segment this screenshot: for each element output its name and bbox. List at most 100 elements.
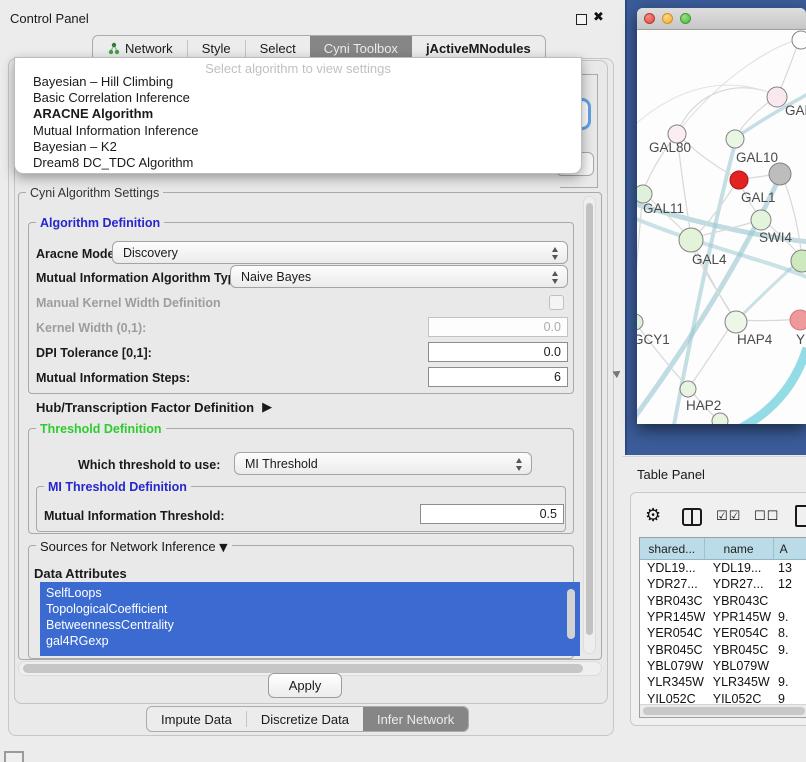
close-panel-icon[interactable]: ✖ xyxy=(593,10,604,25)
cell-shared-name: YBR043C xyxy=(640,594,705,608)
mi-threshold-field[interactable]: 0.5 xyxy=(420,504,564,524)
network-node-red[interactable] xyxy=(730,171,748,189)
aracne-mode-combobox[interactable]: Discovery xyxy=(112,241,568,264)
network-node-gal1[interactable] xyxy=(751,210,771,230)
deselect-all-checkboxes-icon[interactable]: ☐☐ xyxy=(754,509,779,524)
dpi-tolerance-label: DPI Tolerance [0,1]: xyxy=(36,346,152,360)
new-table-icon[interactable] xyxy=(795,505,806,527)
list-item-selected[interactable]: gal4RGexp xyxy=(40,633,580,649)
cell-name: YIL052C xyxy=(705,692,774,704)
column-header-name[interactable]: name xyxy=(705,538,774,559)
mi-steps-field[interactable]: 6 xyxy=(428,367,568,387)
network-node-salmon[interactable] xyxy=(790,310,806,330)
dpi-tolerance-field[interactable]: 0.0 xyxy=(428,342,568,362)
mi-type-value: Naive Bayes xyxy=(241,270,311,284)
tab-impute-data[interactable]: Impute Data xyxy=(147,707,246,731)
algorithm-dropdown-popup: Select algorithm to view settings Bayesi… xyxy=(14,57,582,174)
settings-hscroll-thumb[interactable] xyxy=(23,664,583,673)
expand-right-icon: ▶ xyxy=(262,400,272,415)
zoom-window-icon[interactable] xyxy=(680,13,691,24)
network-node-hap2[interactable] xyxy=(680,381,696,397)
column-header-partial[interactable]: A xyxy=(774,538,806,559)
cell-name: YPR145W xyxy=(705,610,774,624)
table-row[interactable]: YLR345W YLR345W 9. xyxy=(640,674,806,690)
cell-shared-name: YBR045C xyxy=(640,643,705,657)
settings-vertical-scrollbar[interactable] xyxy=(583,196,596,654)
table-row[interactable]: YDR27... YDR27... 12 xyxy=(640,576,806,592)
network-window: GAL GAL80 GAL10 GAL1 SWI4 GAL11 GAL4 GCY… xyxy=(637,8,806,424)
dropdown-item[interactable]: Mutual Information Inference xyxy=(33,123,198,138)
network-node[interactable] xyxy=(712,413,728,424)
hub-section-toggle[interactable]: Hub/Transcription Factor Definition ▶ xyxy=(36,400,272,415)
cyni-algorithm-settings-title: Cyni Algorithm Settings xyxy=(26,186,163,200)
network-icon xyxy=(107,42,120,55)
network-node[interactable] xyxy=(792,31,806,49)
tab-discretize-data[interactable]: Discretize Data xyxy=(247,707,363,731)
close-window-icon[interactable] xyxy=(644,13,655,24)
network-node-gray[interactable] xyxy=(769,163,791,185)
mi-type-label: Mutual Information Algorithm Type: xyxy=(36,271,246,285)
table-header-row: shared... name A xyxy=(640,538,806,560)
column-header-shared-name[interactable]: shared... xyxy=(640,538,705,559)
select-all-checkboxes-icon[interactable]: ☑☑ xyxy=(716,509,741,524)
minimize-window-icon[interactable] xyxy=(662,13,673,24)
float-panel-icon[interactable] xyxy=(576,14,587,25)
columns-icon[interactable] xyxy=(682,508,702,526)
dropdown-item[interactable]: Dream8 DC_TDC Algorithm xyxy=(33,155,193,170)
network-node-hap4[interactable] xyxy=(725,311,747,333)
combo-stepper-icon xyxy=(552,271,558,284)
network-canvas[interactable]: GAL GAL80 GAL10 GAL1 SWI4 GAL11 GAL4 GCY… xyxy=(637,30,806,424)
data-attributes-list: SelfLoops TopologicalCoefficient Between… xyxy=(40,582,580,656)
dropdown-item[interactable]: Basic Correlation Inference xyxy=(33,90,190,105)
list-item-selected[interactable]: BetweennessCentrality xyxy=(40,617,580,633)
cell-shared-name: YPR145W xyxy=(640,610,705,624)
list-item-selected[interactable]: TopologicalCoefficient xyxy=(40,601,580,617)
node-label: SWI4 xyxy=(759,230,792,245)
node-label: GAL10 xyxy=(736,150,778,165)
kernel-width-field[interactable]: 0.0 xyxy=(428,317,568,337)
cell-name: YLR345W xyxy=(705,675,774,689)
network-window-titlebar[interactable] xyxy=(637,8,806,30)
network-node-gal10[interactable] xyxy=(726,130,744,148)
dropdown-item-selected[interactable]: ARACNE Algorithm xyxy=(33,106,153,121)
cell-value: 12 xyxy=(774,577,806,591)
table-row[interactable]: YDL19... YDL19... 13 xyxy=(640,560,806,576)
table-row[interactable]: YBL079W YBL079W xyxy=(640,658,806,674)
table-horizontal-scrollbar[interactable] xyxy=(640,704,806,717)
tab-style-label: Style xyxy=(202,41,231,56)
cell-value: 9 xyxy=(774,692,806,704)
table-row[interactable]: YBR045C YBR045C 9. xyxy=(640,641,806,657)
manual-kernel-label: Manual Kernel Width Definition xyxy=(36,296,221,310)
network-node[interactable] xyxy=(791,250,806,272)
combo-stepper-icon xyxy=(552,247,558,260)
node-label: HAP4 xyxy=(737,332,772,347)
mi-type-combobox[interactable]: Naive Bayes xyxy=(230,265,568,288)
table-row[interactable]: YER054C YER054C 8. xyxy=(640,625,806,641)
algorithm-definition-title: Algorithm Definition xyxy=(36,216,164,230)
network-node[interactable] xyxy=(767,87,787,107)
list-item-selected[interactable]: SelfLoops xyxy=(40,585,580,601)
network-node-gal4[interactable] xyxy=(679,228,703,252)
table-row[interactable]: YIL052C YIL052C 9 xyxy=(640,690,806,704)
table-row[interactable]: YBR043C YBR043C xyxy=(640,593,806,609)
tab-impute-data-label: Impute Data xyxy=(161,712,232,727)
tab-select-label: Select xyxy=(260,41,296,56)
table-hscroll-thumb[interactable] xyxy=(643,707,805,715)
network-node-gcy1[interactable] xyxy=(637,314,643,330)
table-settings-gear-icon[interactable]: ⚙ xyxy=(645,505,661,526)
node-table: shared... name A YDL19... YDL19... 13 YD… xyxy=(639,537,806,718)
which-threshold-combobox[interactable]: MI Threshold xyxy=(234,452,532,475)
settings-vscroll-thumb[interactable] xyxy=(586,203,593,635)
tab-infer-network[interactable]: Infer Network xyxy=(363,707,468,731)
apply-button[interactable]: Apply xyxy=(268,673,342,698)
dropdown-item[interactable]: Bayesian – K2 xyxy=(33,139,117,154)
dropdown-item[interactable]: Bayesian – Hill Climbing xyxy=(33,74,173,89)
list-vscroll-thumb[interactable] xyxy=(567,589,575,639)
aracne-mode-label: Aracne Mode: xyxy=(36,247,119,261)
node-label: Y xyxy=(796,332,805,347)
table-row[interactable]: YPR145W YPR145W 9. xyxy=(640,609,806,625)
sources-group-title[interactable]: Sources for Network Inference ▼ xyxy=(36,539,232,554)
manual-kernel-checkbox[interactable] xyxy=(549,295,564,310)
docked-panel-icon[interactable] xyxy=(4,751,24,762)
tab-cyni-toolbox-label: Cyni Toolbox xyxy=(324,41,398,56)
